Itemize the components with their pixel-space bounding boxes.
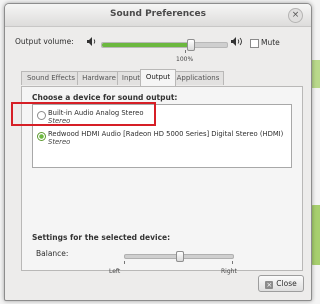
balance-right-label: Right <box>221 268 237 275</box>
balance-tick <box>232 261 233 264</box>
title-bar[interactable]: Sound Preferences × <box>5 4 311 27</box>
balance-label: Balance: <box>36 249 69 258</box>
device-type: Stereo <box>48 138 71 146</box>
window-title: Sound Preferences <box>110 9 206 19</box>
device-radio-hdmi[interactable] <box>37 132 46 141</box>
balance-slider[interactable] <box>124 251 234 262</box>
speaker-low-icon <box>87 37 97 48</box>
device-settings-heading: Settings for the selected device: <box>32 233 171 242</box>
tab-hardware[interactable]: Hardware <box>77 71 121 85</box>
device-name: Redwood HDMI Audio [Radeon HD 5000 Serie… <box>48 130 284 138</box>
output-volume-level <box>102 43 190 47</box>
speaker-high-icon <box>231 37 244 48</box>
output-volume-label: Output volume: <box>15 37 74 46</box>
tab-applications[interactable]: Applications <box>172 71 224 85</box>
volume-tick-label: 100% <box>176 56 194 63</box>
volume-tick <box>185 50 186 53</box>
close-button[interactable]: × Close <box>258 275 304 292</box>
mute-checkbox[interactable] <box>250 39 259 48</box>
highlight-annotation <box>11 102 156 126</box>
close-button-label: Close <box>276 279 297 288</box>
output-volume-slider[interactable] <box>101 39 228 51</box>
balance-handle[interactable] <box>176 251 184 262</box>
tab-output[interactable]: Output <box>140 69 176 86</box>
balance-tick <box>124 261 125 264</box>
choose-device-heading: Choose a device for sound output: <box>32 93 178 102</box>
mute-label[interactable]: Mute <box>261 38 280 47</box>
tab-sound-effects[interactable]: Sound Effects <box>21 71 81 85</box>
output-volume-handle[interactable] <box>186 39 195 51</box>
sound-preferences-window: Sound Preferences × Output volume: 100% … <box>4 3 312 301</box>
balance-left-label: Left <box>109 268 121 275</box>
close-icon: × <box>265 281 274 289</box>
window-close-icon[interactable]: × <box>288 8 303 23</box>
